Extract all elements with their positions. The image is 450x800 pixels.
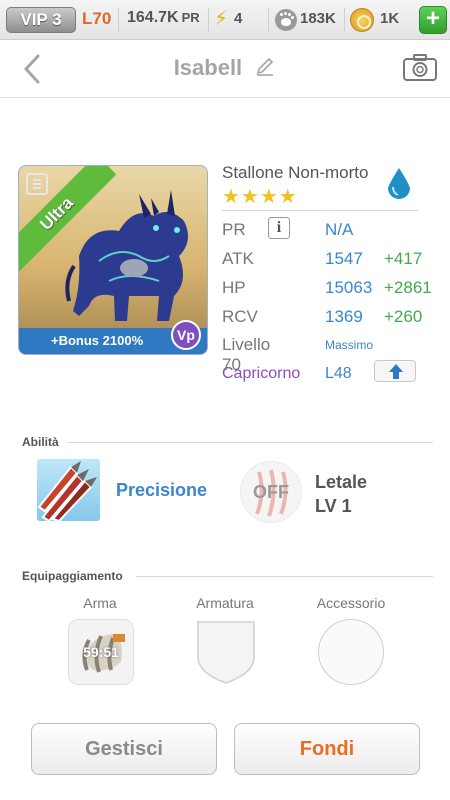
weapon-slot[interactable]: 59:51 [68, 619, 134, 685]
divider [208, 8, 209, 32]
shield-icon [197, 621, 255, 684]
camera-icon[interactable] [402, 52, 438, 82]
page-title: Isabell [0, 55, 450, 81]
water-drop-icon [388, 168, 410, 199]
zodiac-label[interactable]: Capricorno [222, 365, 300, 383]
monster-card[interactable]: Ultra +Bonus 2100% Vp [18, 165, 208, 355]
paw-icon [275, 9, 297, 31]
power-value: 164.7K [127, 9, 179, 26]
accessory-slot[interactable] [318, 619, 384, 685]
add-currency-button[interactable]: + [419, 6, 447, 34]
arrow-up-icon [389, 364, 403, 379]
stat-value: N/A [325, 220, 354, 239]
edit-pencil-icon[interactable] [254, 56, 276, 78]
weapon-timer: 59:51 [83, 644, 119, 660]
monster-nickname: Isabell [173, 55, 243, 80]
divider [67, 442, 433, 443]
status-bar: VIP 3 L70 164.7K PR ⚡ 4 183K 1K + [0, 0, 450, 40]
stat-label: ATK [222, 249, 254, 268]
divider [222, 210, 418, 211]
upgrade-button[interactable] [374, 360, 416, 382]
header: Isabell [0, 40, 450, 98]
star-rating: ★★★★ [222, 186, 298, 208]
stat-bonus: +417 [384, 249, 423, 268]
equipment-heading: Equipaggiamento [22, 569, 123, 583]
accessory-label: Accessorio [316, 595, 386, 611]
armor-slot[interactable] [193, 619, 259, 685]
stat-bonus: +260 [384, 307, 423, 326]
element-badge: Vp [171, 320, 201, 350]
notes-icon [26, 173, 48, 195]
stat-bonus: +2861 [384, 278, 432, 297]
divider [268, 8, 269, 32]
arrows-icon [37, 461, 97, 521]
zodiac-level: L48 [325, 365, 352, 382]
stat-label: HP [222, 278, 246, 297]
player-level: L70 [82, 9, 112, 28]
skill-name[interactable]: Precisione [116, 480, 207, 501]
bolt-icon: ⚡ [214, 8, 229, 30]
gold-count: 1K [380, 10, 400, 27]
level-max-label: Massimo [325, 338, 374, 352]
divider [118, 8, 119, 32]
stat-label: PR [222, 220, 246, 239]
skill2-level: LV 1 [315, 496, 352, 516]
divider [136, 576, 433, 577]
skill-status: OFF [253, 482, 289, 502]
skill2-block: Letale LV 1 [315, 470, 367, 518]
stat-value: 15063 [325, 278, 373, 297]
monster-name: Stallone Non-morto [222, 163, 369, 182]
lethal-skill-icon[interactable]: OFF [240, 461, 302, 523]
manage-button[interactable]: Gestisci [31, 723, 217, 775]
food-count: 183K [300, 10, 336, 27]
fuse-button[interactable]: Fondi [234, 723, 420, 775]
abilities-heading: Abilità [22, 435, 59, 449]
power-rating: 164.7K PR [127, 9, 200, 27]
stat-label: RCV [222, 307, 258, 326]
weapon-label: Arma [83, 595, 117, 611]
energy-count: 4 [234, 10, 243, 27]
vip-badge[interactable]: VIP 3 [6, 7, 76, 33]
power-unit: PR [181, 10, 200, 25]
coin-icon [350, 8, 374, 32]
armor-label: Armatura [196, 595, 254, 611]
precision-skill-icon[interactable] [37, 459, 100, 521]
stat-value: 1547 [325, 249, 363, 268]
stat-value: 1369 [325, 307, 363, 326]
divider [344, 8, 345, 32]
skill2-name: Letale [315, 472, 368, 492]
info-icon[interactable]: i [268, 217, 290, 239]
